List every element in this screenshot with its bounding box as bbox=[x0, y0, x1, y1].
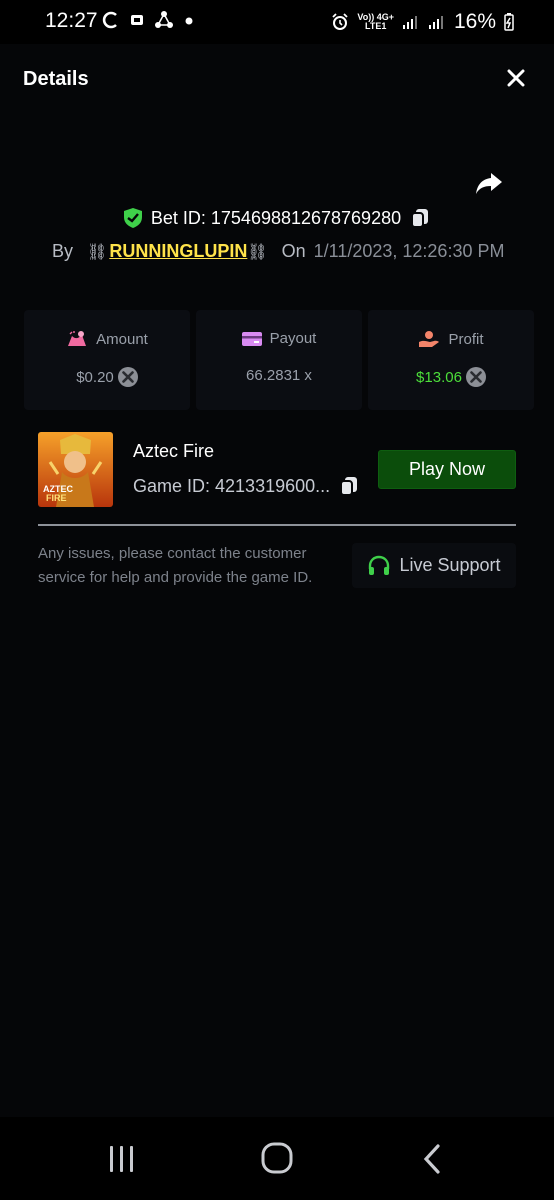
divider bbox=[38, 524, 516, 526]
battery-icon bbox=[504, 13, 514, 31]
status-bar: 12:27 Vo)) 4G+ LTE1 16% bbox=[0, 0, 554, 44]
sync-icon bbox=[102, 11, 117, 29]
game-thumbnail[interactable]: AZTEC FIRE bbox=[38, 432, 113, 507]
payout-value: 66.2831 x bbox=[246, 367, 312, 384]
profit-value-row: $13.06 bbox=[368, 367, 534, 387]
dot-icon bbox=[185, 17, 193, 25]
chain-icon: ⛓ bbox=[247, 243, 268, 261]
status-right: Vo)) 4G+ LTE1 16% bbox=[331, 10, 514, 34]
on-label: On bbox=[281, 241, 306, 261]
stat-profit: Profit $13.06 bbox=[368, 310, 534, 410]
chain-icon: ⛓ bbox=[87, 243, 108, 261]
share-button[interactable] bbox=[474, 168, 504, 198]
close-button[interactable] bbox=[504, 66, 528, 90]
recent-apps-icon bbox=[110, 1146, 133, 1172]
amount-label: Amount bbox=[96, 330, 148, 348]
coin-icon bbox=[465, 367, 486, 387]
profit-label: Profit bbox=[448, 330, 484, 348]
home-icon bbox=[261, 1142, 293, 1174]
coin-icon bbox=[117, 367, 138, 387]
details-header: Details bbox=[0, 44, 554, 116]
live-support-label: Live Support bbox=[399, 555, 501, 575]
headset-icon bbox=[369, 555, 390, 575]
close-icon bbox=[507, 69, 525, 87]
by-label: By bbox=[52, 241, 74, 261]
profit-hand-icon bbox=[419, 331, 440, 347]
bet-stats: Amount $0.20 Payout 66.2831 x Profit $13… bbox=[24, 310, 534, 410]
stat-payout-head: Payout bbox=[196, 330, 362, 347]
support-note: Any issues, please contact the customer … bbox=[38, 545, 313, 586]
stat-amount: Amount $0.20 bbox=[24, 310, 190, 410]
stat-profit-head: Profit bbox=[368, 330, 534, 348]
signal-icon bbox=[402, 16, 417, 29]
game-id: Game ID: 4213319600... bbox=[133, 475, 331, 496]
play-now-button[interactable]: Play Now bbox=[378, 450, 516, 489]
copy-icon[interactable] bbox=[338, 475, 360, 497]
live-support-button[interactable]: Live Support bbox=[352, 543, 516, 588]
amount-value-row: $0.20 bbox=[24, 367, 190, 387]
network-bottom-text: LTE1 bbox=[365, 21, 387, 31]
back-icon bbox=[423, 1144, 440, 1174]
bet-details-screen: 12:27 Vo)) 4G+ LTE1 16% Details Bet ID: … bbox=[0, 0, 554, 1200]
bet-id: Bet ID: 1754698812678769280 bbox=[150, 207, 402, 228]
stat-payout: Payout 66.2831 x bbox=[196, 310, 362, 410]
stat-amount-head: Amount bbox=[24, 330, 190, 348]
alarm-icon bbox=[332, 13, 349, 30]
game-art-image: AZTEC FIRE bbox=[38, 432, 113, 507]
bet-id-row: Bet ID: 1754698812678769280 bbox=[0, 207, 554, 229]
payout-label: Payout bbox=[269, 330, 317, 347]
thumb-text-2: FIRE bbox=[46, 493, 67, 503]
back-button[interactable] bbox=[413, 1141, 453, 1177]
payout-value-row: 66.2831 x bbox=[196, 367, 362, 384]
game-id-row: Game ID: 4213319600... bbox=[133, 475, 360, 497]
page-title: Details bbox=[23, 68, 89, 90]
status-time: 12:27 bbox=[45, 9, 98, 32]
profit-value: $13.06 bbox=[416, 368, 462, 386]
bet-author-row: By ⛓ RUNNINGLUPIN ⛓ On 1/11/2023, 12:26:… bbox=[52, 241, 504, 262]
amount-value: $0.20 bbox=[76, 368, 114, 386]
copy-icon[interactable] bbox=[409, 207, 431, 229]
app-notification-icon bbox=[131, 15, 143, 25]
network-indicator: Vo)) 4G+ LTE1 bbox=[357, 13, 394, 31]
bet-datetime: 1/11/2023, 12:26:30 PM bbox=[313, 241, 505, 261]
verified-shield-icon bbox=[123, 208, 142, 228]
notification-icons bbox=[102, 10, 194, 30]
share-app-icon bbox=[155, 11, 173, 28]
game-name: Aztec Fire bbox=[133, 441, 215, 461]
recent-apps-button[interactable] bbox=[102, 1141, 142, 1177]
card-icon bbox=[241, 331, 262, 346]
username-link[interactable]: RUNNINGLUPIN bbox=[109, 241, 247, 262]
signal-icon-2 bbox=[428, 16, 443, 29]
home-button[interactable] bbox=[257, 1141, 297, 1177]
share-arrow-icon bbox=[476, 173, 502, 194]
amount-icon bbox=[68, 331, 87, 346]
system-nav-bar bbox=[0, 1117, 554, 1200]
battery-percent: 16% bbox=[453, 10, 496, 33]
